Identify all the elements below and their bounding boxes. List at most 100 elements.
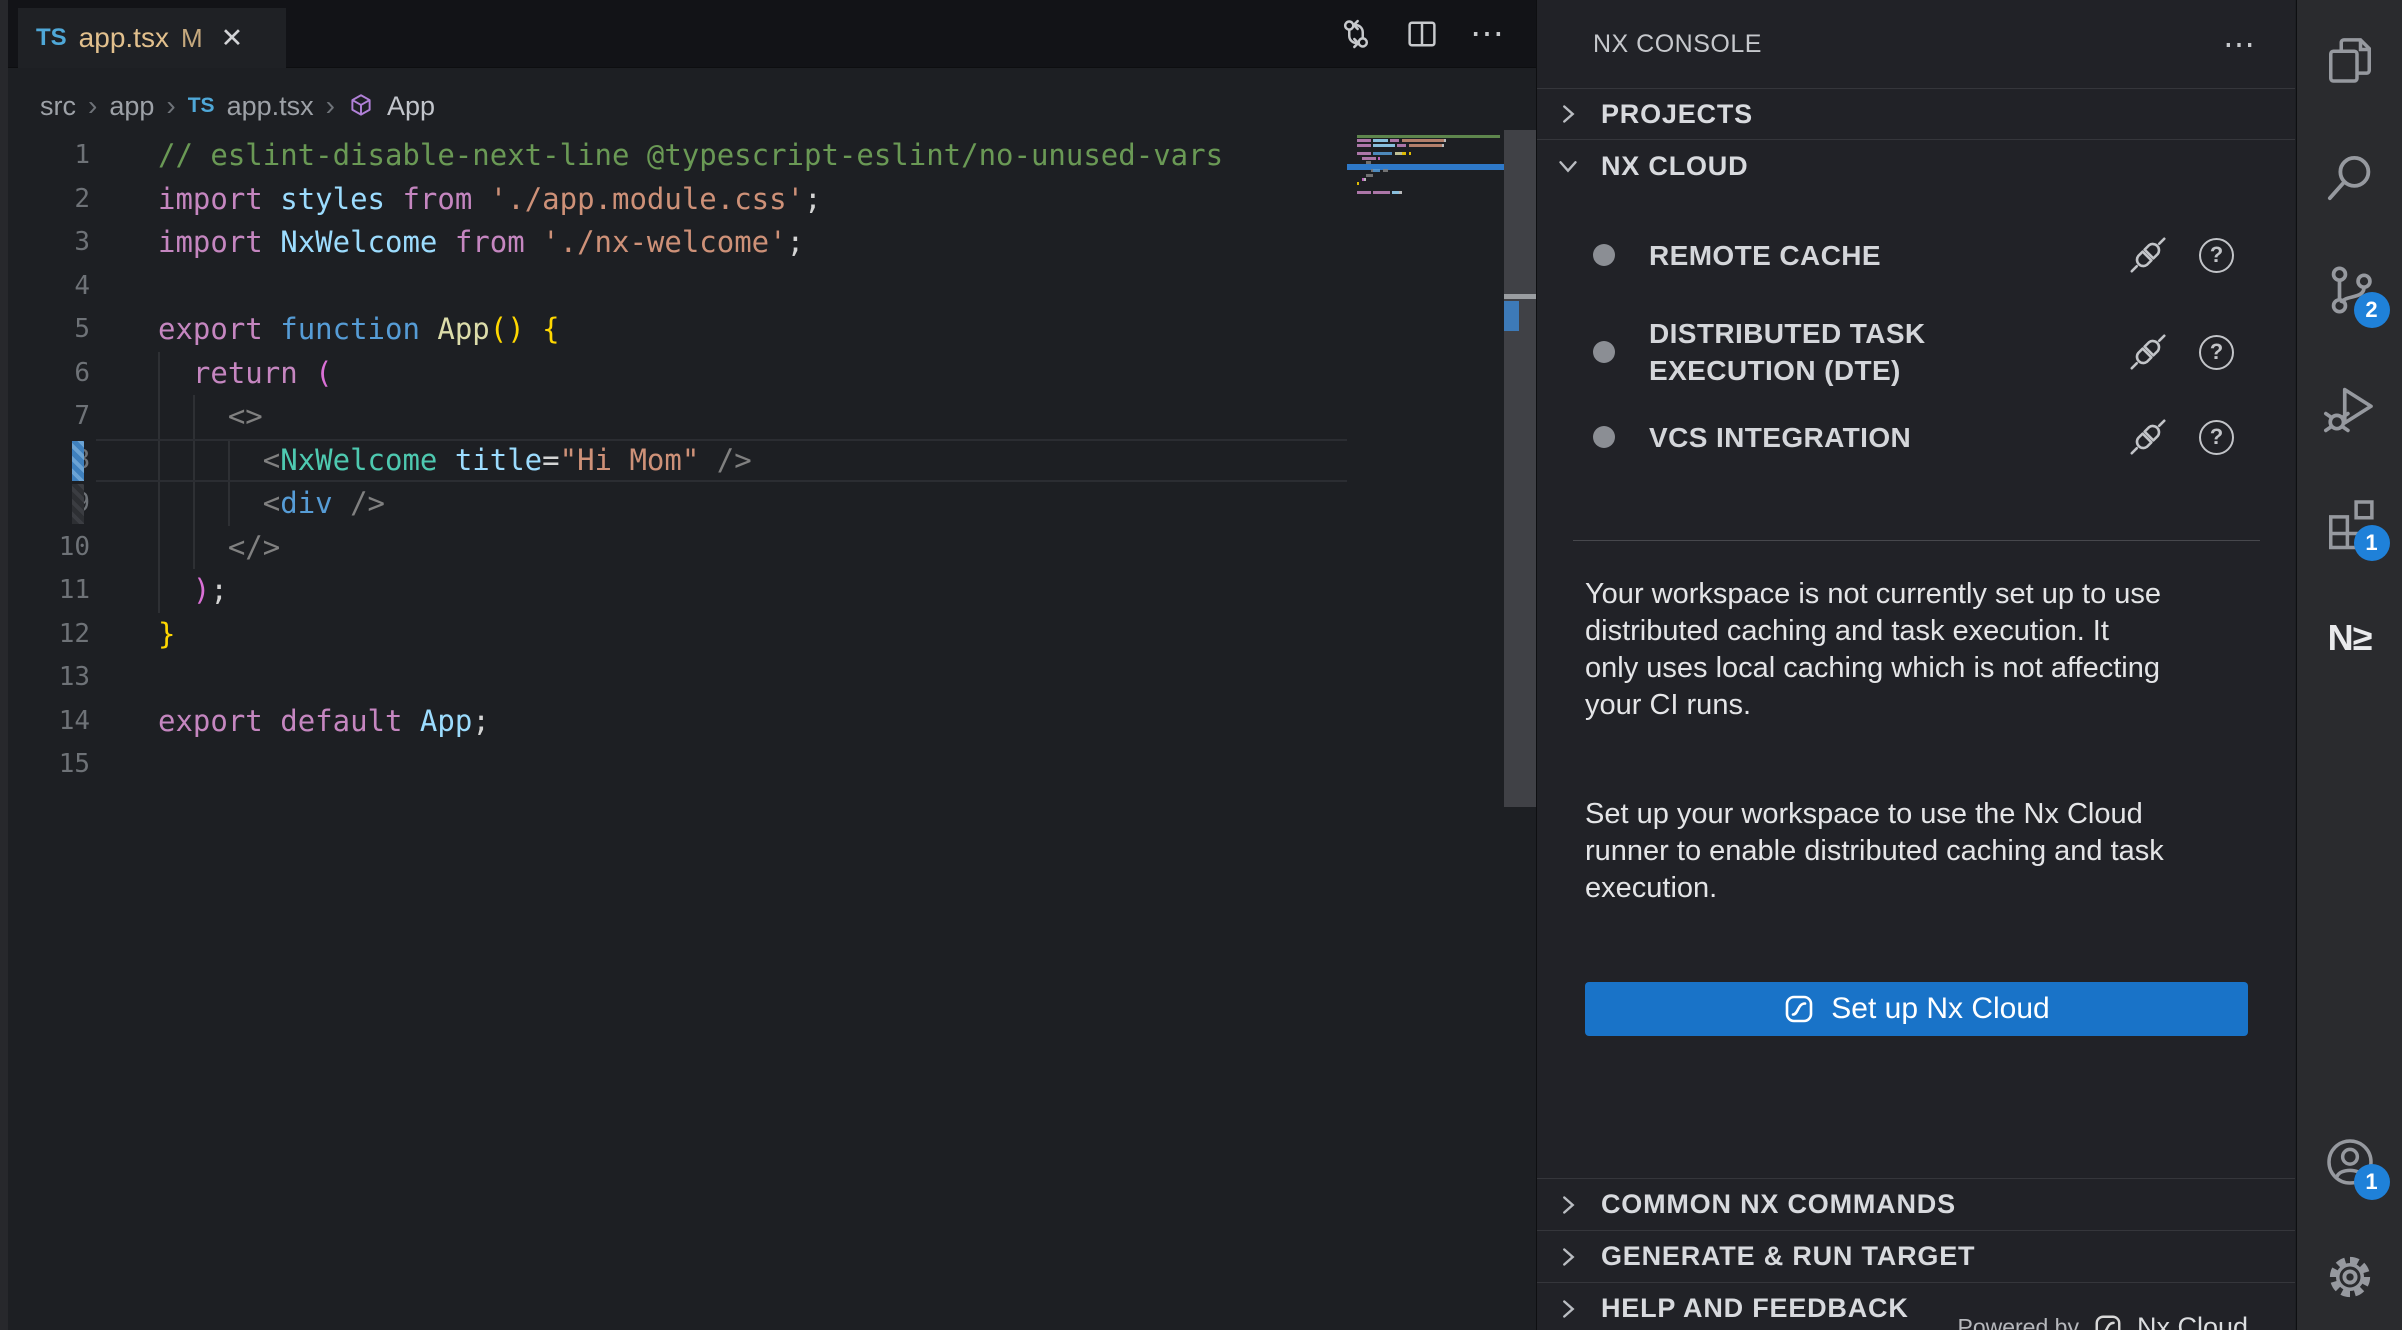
chevron-right-icon <box>1553 1294 1583 1324</box>
line-number[interactable]: 12 <box>8 613 90 657</box>
code-line[interactable]: 15 <box>8 743 1347 787</box>
connect-icon[interactable] <box>2128 417 2168 457</box>
code-editor[interactable]: 1// eslint-disable-next-line @typescript… <box>8 134 1347 787</box>
breadcrumb-symbol-app[interactable]: App <box>387 91 435 122</box>
section-nx-cloud[interactable]: NX CLOUD <box>1537 140 2295 192</box>
line-number[interactable]: 10 <box>8 526 90 570</box>
breadcrumb-separator: › <box>166 90 175 122</box>
breadcrumb-src[interactable]: src <box>40 91 76 122</box>
line-number[interactable]: 15 <box>8 743 90 787</box>
overview-ruler-cursor-mark <box>1504 294 1536 299</box>
code-line[interactable]: 1// eslint-disable-next-line @typescript… <box>8 134 1347 178</box>
code-token: App <box>437 312 489 346</box>
minimap[interactable] <box>1347 134 1504 264</box>
split-editor-icon[interactable] <box>1404 16 1440 52</box>
code-line[interactable]: 6 return ( <box>8 352 1347 396</box>
code-line[interactable]: 2import styles from './app.module.css'; <box>8 178 1347 222</box>
code-line[interactable]: 9 <div /> <box>8 482 1347 526</box>
code-token <box>158 530 228 564</box>
setup-nx-cloud-button[interactable]: Set up Nx Cloud <box>1585 982 2248 1036</box>
code-token <box>158 443 263 477</box>
section-projects[interactable]: PROJECTS <box>1537 88 2295 140</box>
panel-header: NX CONSOLE ⋯ <box>1537 0 2295 88</box>
line-number[interactable]: 14 <box>8 700 90 744</box>
extensions-icon[interactable]: 1 <box>2322 495 2378 551</box>
code-line[interactable]: 13 <box>8 656 1347 700</box>
source-control-icon[interactable]: 2 <box>2322 262 2378 318</box>
code-token: export <box>158 312 263 346</box>
code-line[interactable]: 12} <box>8 613 1347 657</box>
line-number[interactable]: 11 <box>8 569 90 613</box>
section-help-and-feedback[interactable]: HELP AND FEEDBACK <box>1537 1282 2295 1330</box>
sidebar-edge-strip <box>0 0 8 1330</box>
code-token: ; <box>804 182 821 216</box>
scrollbar-thumb[interactable] <box>1504 130 1536 807</box>
typescript-file-icon: TS <box>188 94 215 118</box>
settings-gear-icon[interactable] <box>2322 1249 2378 1305</box>
code-token: App <box>420 704 472 738</box>
code-line[interactable]: 11 ); <box>8 569 1347 613</box>
code-line[interactable]: 4 <box>8 265 1347 309</box>
symbol-method-icon <box>347 92 375 120</box>
code-token <box>437 225 454 259</box>
minimap-line <box>1357 191 1402 194</box>
code-token <box>263 312 280 346</box>
code-line[interactable]: 5export function App() { <box>8 308 1347 352</box>
search-icon[interactable] <box>2322 150 2378 206</box>
divider <box>1573 540 2260 541</box>
panel-title: NX CONSOLE <box>1593 30 2223 59</box>
explorer-icon[interactable] <box>2322 32 2378 88</box>
code-token <box>385 182 402 216</box>
code-line[interactable]: 14export default App; <box>8 700 1347 744</box>
setup-instruction-text: Set up your workspace to use the Nx Clou… <box>1585 796 2265 907</box>
nx-console-icon[interactable]: N≥ <box>2322 610 2378 666</box>
line-number[interactable]: 7 <box>8 395 90 439</box>
code-token: "Hi Mom" <box>560 443 700 477</box>
minimap-line <box>1357 157 1380 160</box>
line-number[interactable]: 13 <box>8 656 90 700</box>
panel-more-actions-icon[interactable]: ⋯ <box>2223 25 2257 63</box>
code-token: { <box>542 312 559 346</box>
line-number[interactable]: 4 <box>8 265 90 309</box>
minimap-line <box>1357 182 1359 185</box>
nx-console-panel: NX CONSOLE ⋯ PROJECTS NX CLOUD REMOTE CA… <box>1536 0 2295 1330</box>
section-label: HELP AND FEEDBACK <box>1601 1293 1909 1324</box>
connect-icon[interactable] <box>2128 235 2168 275</box>
breadcrumb-file[interactable]: app.tsx <box>227 91 314 122</box>
code-line[interactable]: 10 </> <box>8 526 1347 570</box>
help-icon[interactable]: ? <box>2199 335 2234 370</box>
code-token <box>158 573 193 607</box>
section-common-nx-commands[interactable]: COMMON NX COMMANDS <box>1537 1178 2295 1230</box>
line-number[interactable]: 5 <box>8 308 90 352</box>
line-number[interactable]: 1 <box>8 134 90 178</box>
close-icon[interactable]: ✕ <box>221 23 244 54</box>
code-token <box>263 182 280 216</box>
code-line[interactable]: 8 <NxWelcome title="Hi Mom" /> <box>8 439 1347 483</box>
line-number[interactable]: 6 <box>8 352 90 396</box>
extensions-badge: 1 <box>2354 525 2390 561</box>
status-dot <box>1593 341 1615 363</box>
code-token <box>158 486 263 520</box>
editor-actions: ⋯ <box>1338 0 1506 68</box>
code-token: <> <box>228 399 263 433</box>
line-number[interactable]: 2 <box>8 178 90 222</box>
code-line[interactable]: 3import NxWelcome from './nx-welcome'; <box>8 221 1347 265</box>
help-icon[interactable]: ? <box>2199 238 2234 273</box>
breadcrumb-app[interactable]: app <box>109 91 154 122</box>
code-line[interactable]: 7 <> <box>8 395 1347 439</box>
code-token: ; <box>787 225 804 259</box>
account-icon[interactable]: 1 <box>2322 1134 2378 1190</box>
open-changes-icon[interactable] <box>1338 16 1374 52</box>
more-actions-icon[interactable]: ⋯ <box>1470 16 1506 52</box>
code-token: export <box>158 704 263 738</box>
connect-icon[interactable] <box>2128 332 2168 372</box>
code-token: import <box>158 182 263 216</box>
run-debug-icon[interactable] <box>2322 380 2378 436</box>
account-badge: 1 <box>2354 1164 2390 1200</box>
line-number[interactable]: 3 <box>8 221 90 265</box>
code-token: () <box>490 312 525 346</box>
tab-app-tsx[interactable]: TS app.tsx M ✕ <box>18 8 286 68</box>
help-icon[interactable]: ? <box>2199 420 2234 455</box>
section-generate-run-target[interactable]: GENERATE & RUN TARGET <box>1537 1230 2295 1282</box>
code-token <box>333 486 350 520</box>
